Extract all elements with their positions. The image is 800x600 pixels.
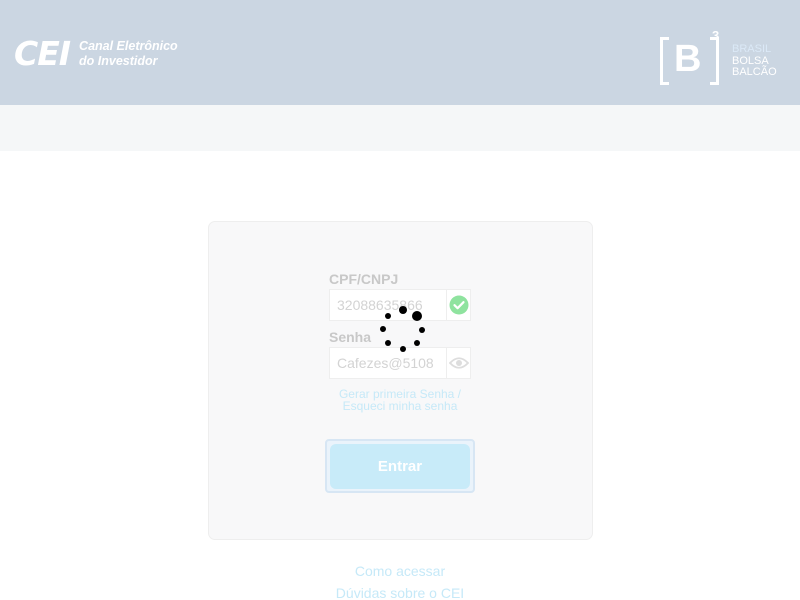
password-label: Senha	[329, 329, 372, 345]
cei-mark: CEI	[14, 34, 71, 73]
check-circle-icon	[449, 295, 468, 315]
cpf-valid-addon	[447, 289, 471, 321]
show-password-button[interactable]	[447, 347, 471, 379]
b3-letter: B	[674, 38, 702, 80]
b3-word-balcao: BALCÃO	[732, 66, 777, 78]
b3-bracket-left	[660, 37, 669, 85]
how-to-access-link[interactable]: Como acessar	[300, 563, 500, 579]
spinner-dot	[385, 313, 391, 319]
b3-logo[interactable]: B 3 BRASIL BOLSA BALCÃO	[660, 28, 777, 86]
site-header: CEI Canal Eletrônico do Investidor B 3 B…	[0, 0, 800, 105]
forgot-password-link[interactable]: Esqueci minha senha	[320, 400, 480, 412]
spinner-dot	[400, 346, 406, 352]
spinner-dot	[414, 340, 420, 346]
submit-button[interactable]: Entrar	[330, 444, 470, 489]
cei-tagline-line1: Canal Eletrônico	[79, 38, 178, 53]
faq-link[interactable]: Dúvidas sobre o CEI	[300, 585, 500, 600]
cpf-label: CPF/CNPJ	[329, 271, 399, 287]
b3-word-brasil: BRASIL	[732, 43, 772, 55]
spinner-dot	[380, 326, 386, 332]
cei-tagline-line2: do Investidor	[79, 53, 158, 68]
cei-logo[interactable]: CEI Canal Eletrônico do Investidor	[14, 34, 178, 73]
b3-bracket-right	[710, 37, 719, 85]
b3-wordmark: BRASIL BOLSA BALCÃO	[732, 43, 777, 86]
spinner-dot	[385, 340, 391, 346]
sub-header-bar	[0, 105, 800, 151]
spinner-dot	[419, 327, 425, 333]
spinner-dot	[412, 311, 422, 321]
cei-tagline: Canal Eletrônico do Investidor	[79, 39, 178, 69]
loading-spinner	[378, 305, 428, 355]
eye-icon	[448, 357, 469, 369]
spinner-dot	[399, 306, 407, 314]
b3-mark: B 3	[660, 28, 722, 86]
b3-superscript: 3	[712, 28, 720, 43]
